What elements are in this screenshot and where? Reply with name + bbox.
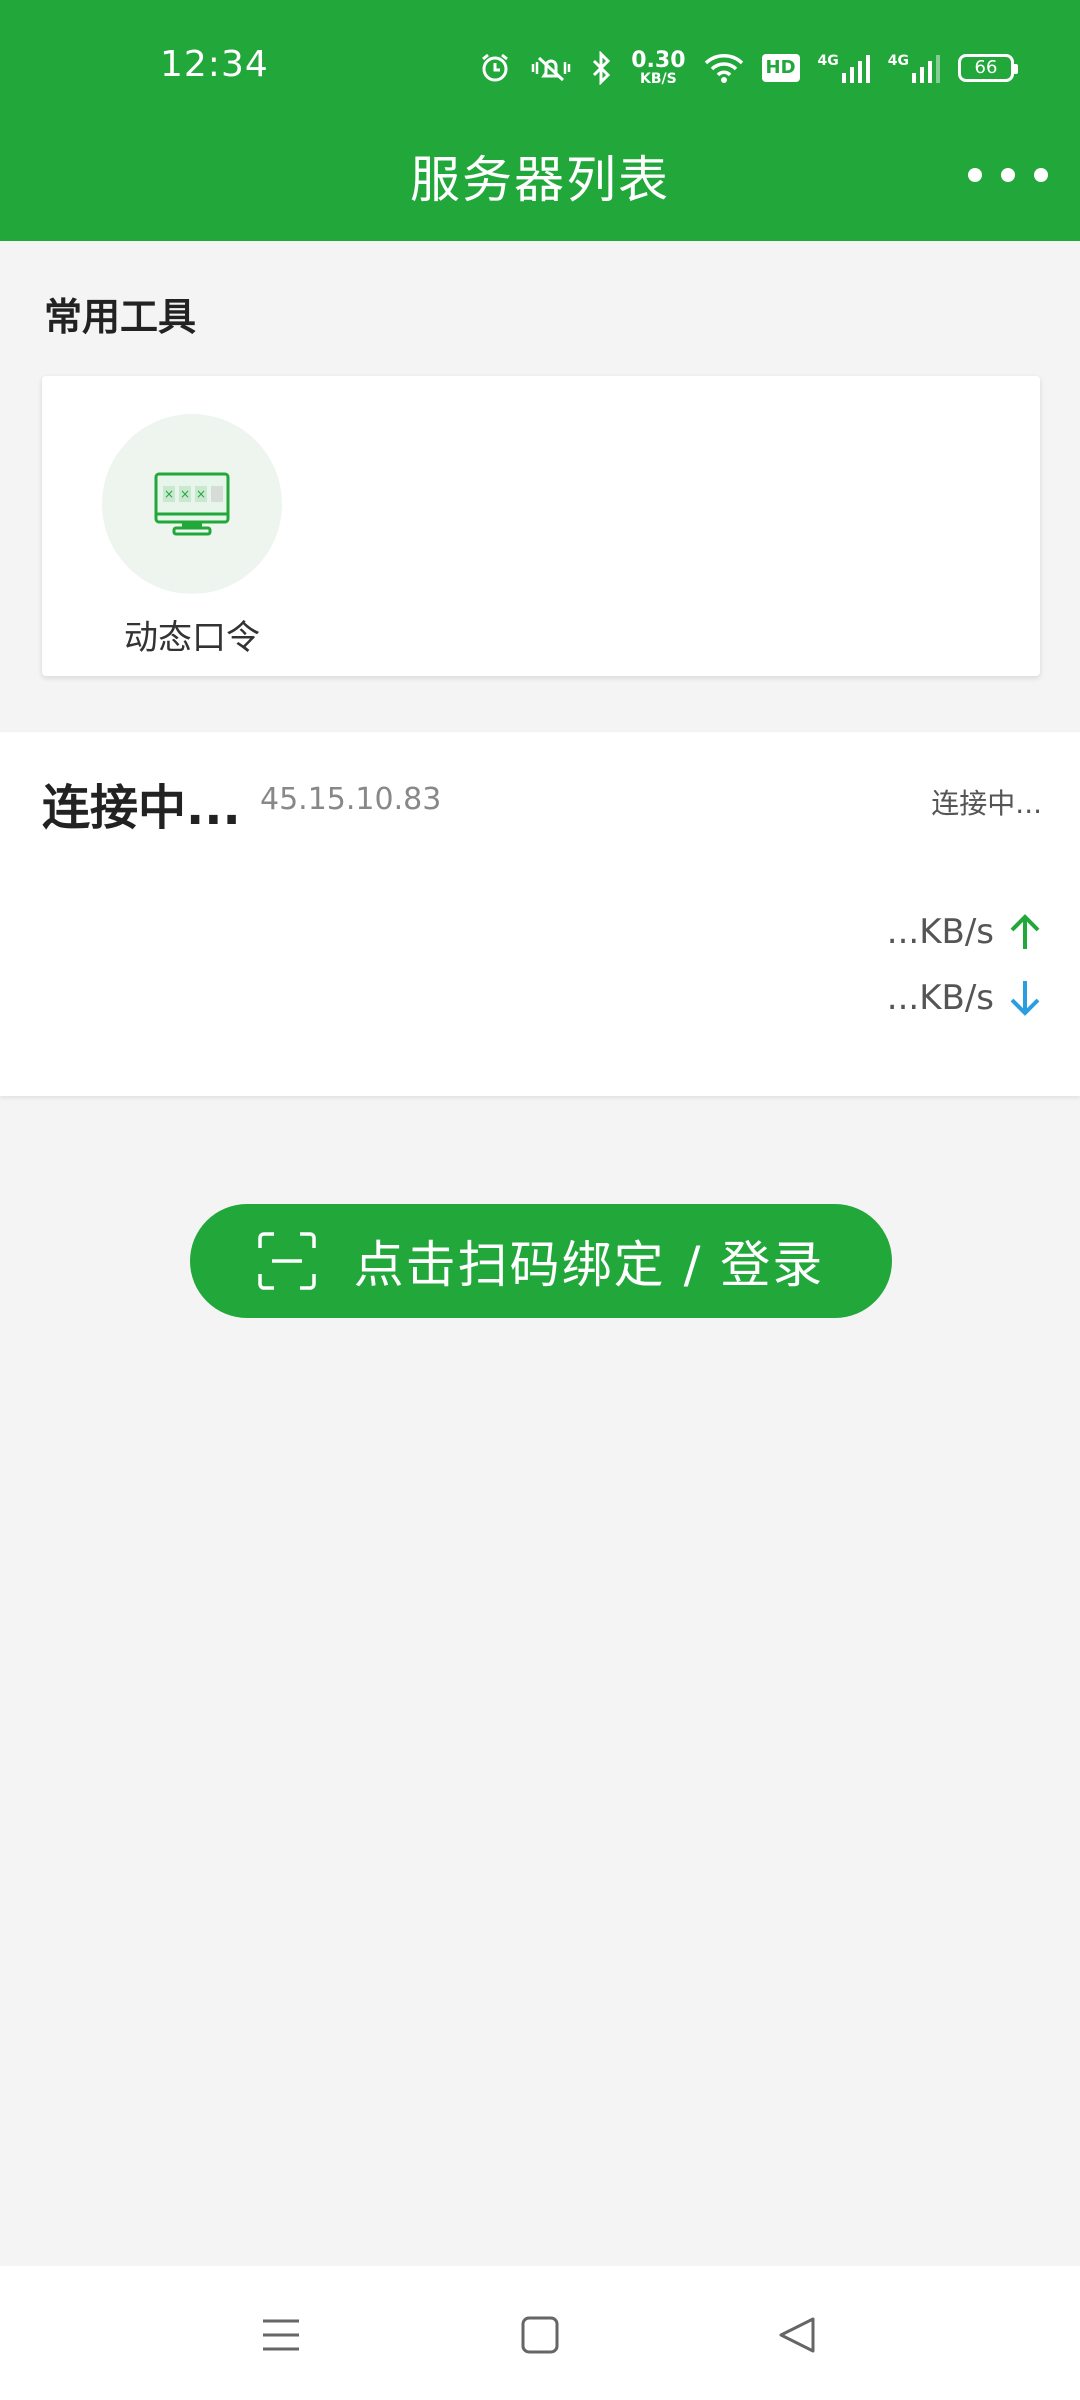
hd-label: HD: [765, 57, 796, 78]
tools-card: × × × 动态口令: [42, 376, 1040, 676]
server-card[interactable]: 连接中... 45.15.10.83 连接中... ...KB/s ...KB/…: [0, 732, 1080, 1096]
nav-back-button[interactable]: [772, 2310, 822, 2360]
mute-vibrate-icon: [531, 56, 571, 82]
more-options-button[interactable]: [968, 150, 1048, 200]
scan-button-label: 点击扫码绑定 / 登录: [353, 1236, 825, 1294]
server-status: 连接中...: [931, 787, 1042, 820]
bluetooth-icon: [593, 51, 611, 85]
page-title: 服务器列表: [410, 151, 670, 209]
nav-home-button[interactable]: [515, 2310, 565, 2360]
upload-arrow-icon: [1010, 914, 1040, 949]
monitor-password-icon: × × ×: [154, 472, 230, 536]
upload-speed-row: ...KB/s: [887, 912, 1042, 952]
battery-icon: 66: [958, 54, 1018, 82]
svg-text:×: ×: [180, 487, 190, 501]
network-speed-unit: KB/S: [640, 71, 677, 87]
server-name: 连接中...: [42, 780, 241, 836]
tool-icon-background: × × ×: [102, 414, 282, 594]
svg-text:×: ×: [196, 487, 206, 501]
download-arrow-icon: [1010, 981, 1040, 1016]
signal-bars-2-icon: [912, 55, 940, 83]
download-speed-row: ...KB/s: [887, 978, 1042, 1018]
signal-1-label: 4G: [817, 53, 839, 69]
signal-2: 4G: [888, 53, 940, 83]
signal-bars-1-icon: [841, 55, 870, 83]
home-square-icon: [521, 2316, 559, 2354]
network-speed-value: 0.30: [631, 48, 686, 73]
battery-level: 66: [974, 57, 998, 78]
nav-recents-button[interactable]: [256, 2310, 306, 2360]
system-nav-bar: [0, 2266, 1080, 2400]
scan-icon: [257, 1232, 316, 1290]
more-dot-icon: [1001, 168, 1015, 182]
upload-speed: ...KB/s: [886, 912, 994, 952]
signal-2-label: 4G: [887, 53, 909, 69]
alarm-icon: [482, 53, 509, 82]
svg-text:×: ×: [164, 487, 174, 501]
more-dot-icon: [1034, 168, 1048, 182]
menu-icon: [263, 2319, 299, 2351]
network-speed: 0.30 KB/S: [631, 48, 686, 87]
tools-section-title: 常用工具: [44, 295, 197, 339]
back-triangle-icon: [779, 2317, 815, 2353]
hd-badge: HD: [761, 54, 800, 82]
status-bar: 12:34 0.30 KB/S HD 4G 4G 66: [0, 0, 1080, 120]
tool-dynamic-password[interactable]: × × × 动态口令: [102, 414, 282, 658]
app-header: 12:34 0.30 KB/S HD 4G 4G 66 服务器列表: [0, 0, 1080, 241]
wifi-icon: [704, 54, 743, 83]
status-time: 12:34: [160, 44, 269, 85]
scan-bind-login-button[interactable]: 点击扫码绑定 / 登录: [190, 1204, 892, 1318]
more-dot-icon: [968, 168, 982, 182]
signal-1: 4G: [818, 53, 870, 83]
download-speed: ...KB/s: [886, 978, 994, 1018]
tool-label: 动态口令: [124, 618, 260, 658]
status-icons: 0.30 KB/S HD 4G 4G 66: [479, 46, 1018, 90]
server-ip: 45.15.10.83: [260, 782, 442, 817]
